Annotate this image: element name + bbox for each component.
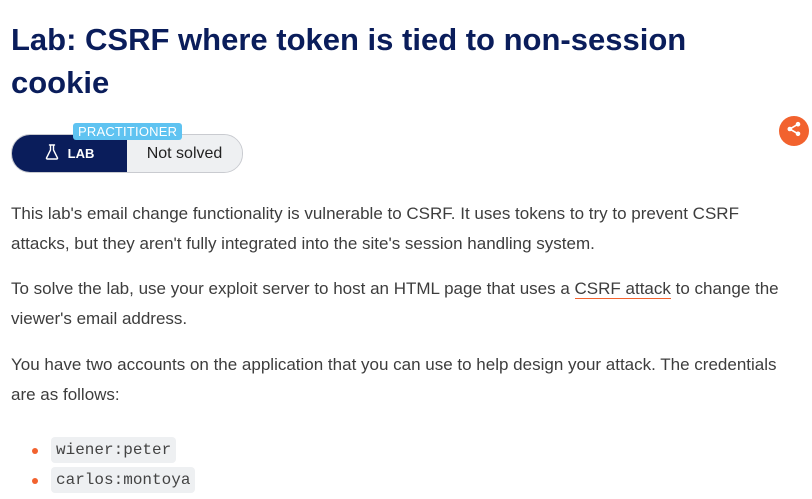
lab-badge: PRACTITIONER LAB Not solved	[11, 123, 243, 174]
list-item: wiener:peter	[32, 435, 195, 465]
credential-code: wiener:peter	[51, 437, 177, 463]
lab-page: Lab: CSRF where token is tied to non-ses…	[0, 0, 812, 499]
lab-label: LAB	[67, 146, 95, 161]
description-text: To solve the lab, use your exploit serve…	[11, 279, 575, 298]
share-icon	[786, 121, 802, 142]
lab-label-section: LAB	[12, 135, 127, 172]
credential-code: carlos:montoya	[51, 467, 196, 493]
bullet-icon	[32, 478, 38, 484]
status-badge: Not solved	[127, 135, 242, 172]
flask-icon	[45, 144, 59, 163]
bullet-icon	[32, 448, 38, 454]
page-title: Lab: CSRF where token is tied to non-ses…	[11, 22, 687, 100]
csrf-attack-link[interactable]: CSRF attack	[574, 279, 671, 299]
credentials-list: wiener:peter carlos:montoya	[32, 435, 196, 495]
list-item: carlos:montoya	[32, 465, 196, 495]
level-tag: PRACTITIONER	[73, 123, 183, 140]
description-paragraph-1: This lab's email change functionality is…	[11, 204, 739, 253]
share-button[interactable]	[779, 116, 809, 146]
description-paragraph-2: To solve the lab, use your exploit serve…	[11, 274, 801, 334]
description-paragraph-3: You have two accounts on the application…	[11, 355, 777, 404]
